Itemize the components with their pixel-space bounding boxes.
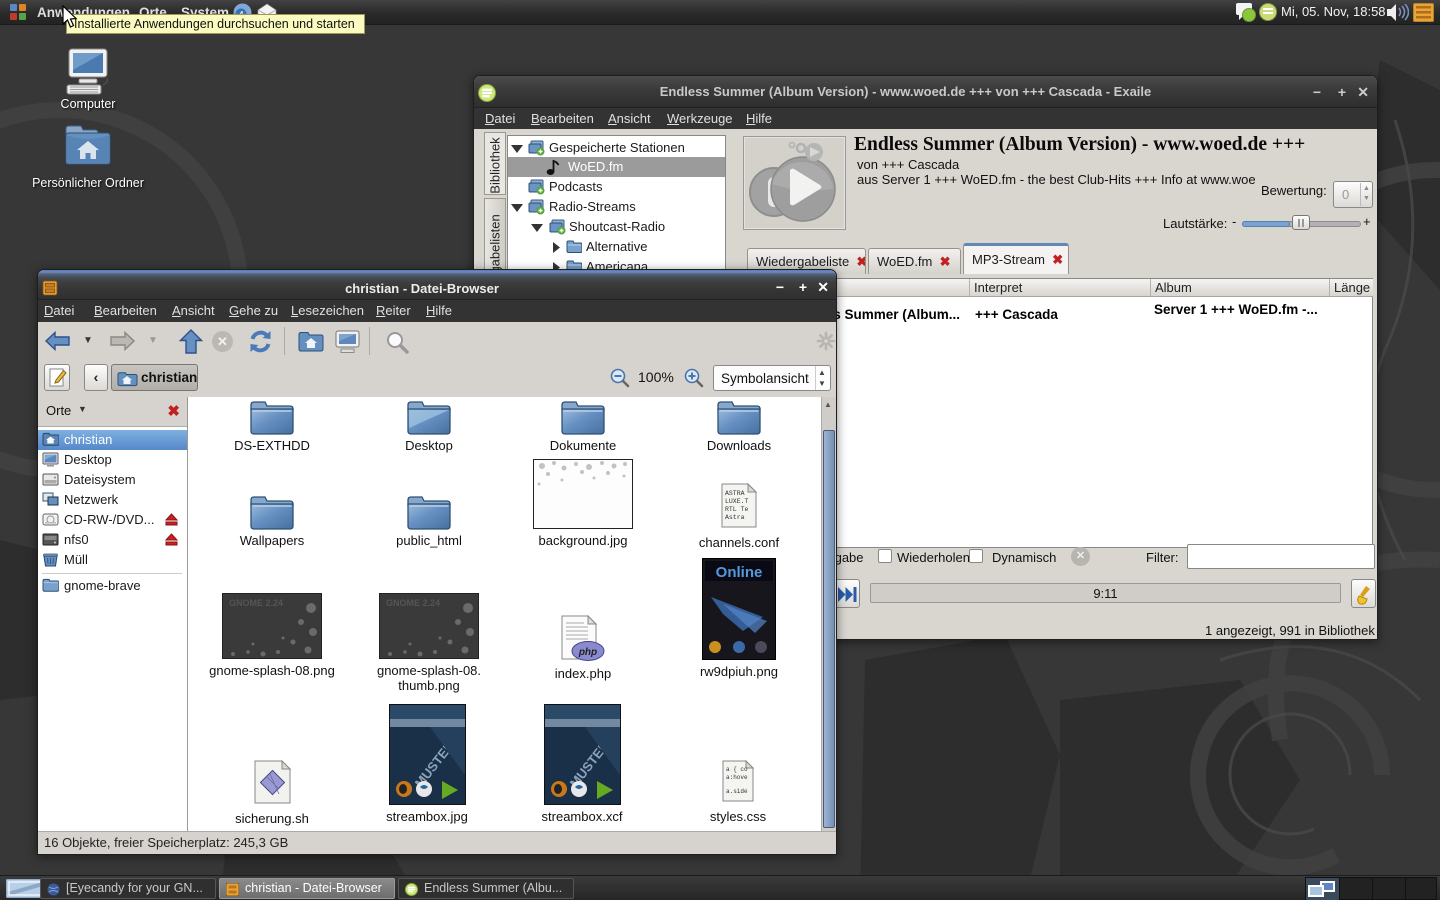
svg-text:Online: Online	[716, 564, 763, 581]
svg-text:a:hove: a:hove	[726, 774, 748, 781]
svg-text:Astra: Astra	[725, 514, 745, 521]
svg-text:RTL Te: RTL Te	[725, 506, 749, 513]
svg-text:GNOME 2.24: GNOME 2.24	[229, 598, 283, 608]
svg-text:GNOME 2.24: GNOME 2.24	[386, 598, 440, 608]
svg-text:php: php	[578, 647, 597, 658]
svg-text:a { co: a { co	[726, 766, 748, 773]
svg-text:LUXE.T: LUXE.T	[725, 498, 749, 505]
svg-text:a.side: a.side	[726, 788, 748, 795]
svg-text:ASTRA: ASTRA	[725, 490, 745, 497]
